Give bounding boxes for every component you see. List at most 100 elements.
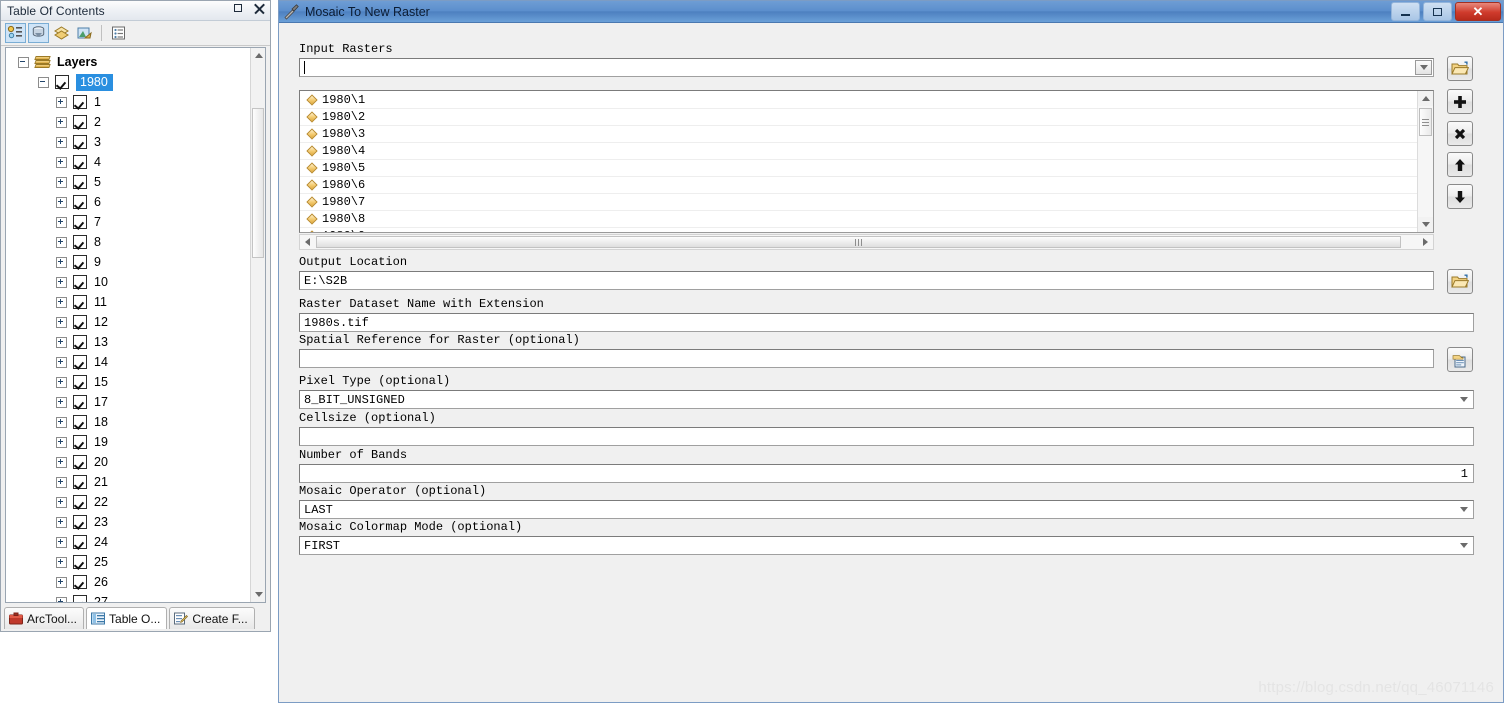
list-by-selection-icon[interactable] xyxy=(74,23,95,43)
scroll-up-button[interactable] xyxy=(251,48,265,63)
raster-list-item[interactable]: 1980\6 xyxy=(300,177,1417,194)
raster-list-item[interactable]: 1980\2 xyxy=(300,109,1417,126)
expander-plus-icon[interactable] xyxy=(56,156,67,168)
layer-visibility-checkbox[interactable] xyxy=(73,375,87,389)
expander-plus-icon[interactable] xyxy=(56,116,67,128)
tree-item-layer[interactable]: 19 xyxy=(6,432,250,452)
layer-visibility-checkbox[interactable] xyxy=(73,595,87,602)
dialog-minimize-button[interactable] xyxy=(1391,2,1420,21)
tab-table-of-contents[interactable]: Table O... xyxy=(86,607,168,629)
expander-plus-icon[interactable] xyxy=(56,256,67,268)
expander-plus-icon[interactable] xyxy=(56,96,67,108)
expander-plus-icon[interactable] xyxy=(56,596,67,602)
tree-item-group-1980[interactable]: 1980 xyxy=(6,72,250,92)
mosaic-colormap-mode-combo[interactable]: FIRST xyxy=(299,536,1474,555)
list-by-source-icon[interactable] xyxy=(28,23,49,43)
raster-list-vscrollbar[interactable] xyxy=(1417,91,1433,232)
chevron-down-icon[interactable] xyxy=(1455,392,1472,407)
raster-list-scroll-up[interactable] xyxy=(1418,91,1433,106)
tree-item-layer[interactable]: 4 xyxy=(6,152,250,172)
tree-item-layer[interactable]: 3 xyxy=(6,132,250,152)
raster-list-item[interactable]: 1980\7 xyxy=(300,194,1417,211)
tree-item-layer[interactable]: 26 xyxy=(6,572,250,592)
layer-visibility-checkbox[interactable] xyxy=(73,135,87,149)
toc-maximize-button[interactable] xyxy=(232,2,245,15)
toc-tree[interactable]: Layers 1980 1 2 3 4 5 6 7 8 9 10 11 12 13 14 15 17 18 19 2… xyxy=(6,48,250,602)
tree-item-layer[interactable]: 22 xyxy=(6,492,250,512)
tree-item-layer[interactable]: 20 xyxy=(6,452,250,472)
tree-item-layer[interactable]: 9 xyxy=(6,252,250,272)
tree-item-layer[interactable]: 10 xyxy=(6,272,250,292)
output-location-input[interactable]: E:\S2B xyxy=(299,271,1434,290)
tree-item-layer[interactable]: 12 xyxy=(6,312,250,332)
spatial-reference-input[interactable] xyxy=(299,349,1434,368)
move-up-button[interactable] xyxy=(1447,152,1473,177)
expander-minus-icon[interactable] xyxy=(38,76,49,88)
layer-visibility-checkbox[interactable] xyxy=(73,475,87,489)
input-rasters-combo[interactable] xyxy=(299,58,1434,77)
expander-plus-icon[interactable] xyxy=(56,176,67,188)
expander-plus-icon[interactable] xyxy=(56,276,67,288)
mosaic-operator-combo[interactable]: LAST xyxy=(299,500,1474,519)
raster-list-scroll-right[interactable] xyxy=(1418,235,1433,249)
scroll-thumb[interactable] xyxy=(252,108,264,258)
scroll-down-button[interactable] xyxy=(251,587,265,602)
layer-visibility-checkbox[interactable] xyxy=(73,295,87,309)
layer-visibility-checkbox[interactable] xyxy=(73,335,87,349)
browse-output-location-button[interactable] xyxy=(1447,269,1473,294)
expander-plus-icon[interactable] xyxy=(56,376,67,388)
list-by-visibility-icon[interactable] xyxy=(51,23,72,43)
add-raster-button[interactable] xyxy=(1447,89,1473,114)
tree-item-layer[interactable]: 14 xyxy=(6,352,250,372)
tree-item-layer[interactable]: 18 xyxy=(6,412,250,432)
expander-plus-icon[interactable] xyxy=(56,456,67,468)
layer-visibility-checkbox[interactable] xyxy=(73,355,87,369)
raster-list-scroll-left[interactable] xyxy=(300,235,315,249)
pixel-type-combo[interactable]: 8_BIT_UNSIGNED xyxy=(299,390,1474,409)
layer-visibility-checkbox[interactable] xyxy=(73,175,87,189)
raster-list-item[interactable]: 1980\3 xyxy=(300,126,1417,143)
expander-plus-icon[interactable] xyxy=(56,396,67,408)
tree-item-layer[interactable]: 7 xyxy=(6,212,250,232)
layer-visibility-checkbox[interactable] xyxy=(73,495,87,509)
expander-plus-icon[interactable] xyxy=(56,436,67,448)
expander-plus-icon[interactable] xyxy=(56,336,67,348)
browse-input-rasters-button[interactable] xyxy=(1447,56,1473,81)
tree-item-layer[interactable]: 1 xyxy=(6,92,250,112)
layer-visibility-checkbox[interactable] xyxy=(73,255,87,269)
expander-plus-icon[interactable] xyxy=(56,196,67,208)
toc-tree-scrollbar[interactable] xyxy=(250,48,265,602)
expander-plus-icon[interactable] xyxy=(56,416,67,428)
number-of-bands-input[interactable]: 1 xyxy=(299,464,1474,483)
expander-minus-icon[interactable] xyxy=(18,56,29,68)
expander-plus-icon[interactable] xyxy=(56,476,67,488)
layer-visibility-checkbox[interactable] xyxy=(73,455,87,469)
expander-plus-icon[interactable] xyxy=(56,236,67,248)
tree-item-layer[interactable]: 2 xyxy=(6,112,250,132)
layer-visibility-checkbox[interactable] xyxy=(73,215,87,229)
options-icon[interactable] xyxy=(108,23,129,43)
layer-visibility-checkbox[interactable] xyxy=(73,555,87,569)
layer-visibility-checkbox[interactable] xyxy=(73,275,87,289)
layer-visibility-checkbox[interactable] xyxy=(73,95,87,109)
dialog-close-button[interactable]: ✕ xyxy=(1455,2,1501,21)
expander-plus-icon[interactable] xyxy=(56,316,67,328)
layer-visibility-checkbox[interactable] xyxy=(73,395,87,409)
chevron-down-icon[interactable] xyxy=(1455,502,1472,517)
toc-close-button[interactable] xyxy=(253,2,266,15)
layer-visibility-checkbox[interactable] xyxy=(73,315,87,329)
list-by-drawing-order-icon[interactable] xyxy=(5,23,26,43)
layer-visibility-checkbox[interactable] xyxy=(73,115,87,129)
tree-item-layer[interactable]: 21 xyxy=(6,472,250,492)
tab-arctoolbox[interactable]: ArcTool... xyxy=(4,607,85,629)
raster-list-hscrollbar[interactable] xyxy=(299,234,1434,250)
raster-list-item[interactable]: 1980\4 xyxy=(300,143,1417,160)
layer-visibility-checkbox[interactable] xyxy=(73,515,87,529)
tree-item-layer[interactable]: 24 xyxy=(6,532,250,552)
expander-plus-icon[interactable] xyxy=(56,216,67,228)
input-rasters-list[interactable]: 1980\1 1980\2 1980\3 1980\4 1980\5 1980\6 1980… xyxy=(299,90,1434,233)
chevron-down-icon[interactable] xyxy=(1455,538,1472,553)
tree-item-layer[interactable]: 23 xyxy=(6,512,250,532)
layer-visibility-checkbox[interactable] xyxy=(73,235,87,249)
dialog-title-bar[interactable]: Mosaic To New Raster ✕ xyxy=(279,1,1503,23)
